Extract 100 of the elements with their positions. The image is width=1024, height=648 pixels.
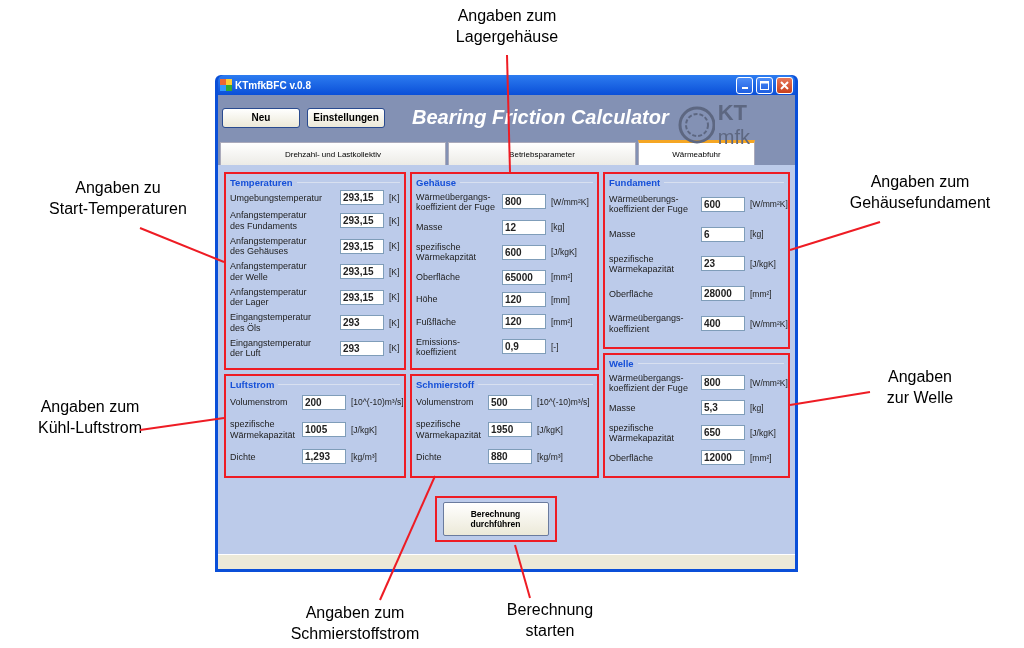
unit-label: [mm²] bbox=[750, 452, 773, 463]
unit-label: [K] bbox=[389, 343, 401, 354]
input-field[interactable]: 12000 bbox=[701, 450, 745, 466]
annotation-label: Angaben zu Start-Temperaturen bbox=[49, 178, 187, 219]
input-field[interactable]: 293,15 bbox=[340, 238, 384, 254]
unit-label: [W/mm²K] bbox=[750, 318, 789, 329]
tab[interactable]: Drehzahl- und Lastkollektiv bbox=[220, 142, 446, 165]
field-label: spezifische Wärmekapazität bbox=[230, 419, 297, 440]
unit-label: [10^(-10)m³/s] bbox=[537, 397, 591, 408]
field-label: Höhe bbox=[416, 294, 439, 305]
field-label: Anfangstemperatur der Welle bbox=[230, 261, 308, 282]
input-field[interactable]: 65000 bbox=[502, 269, 546, 285]
unit-label: [mm²] bbox=[750, 288, 773, 299]
unit-label: [kg] bbox=[551, 222, 566, 233]
input-field[interactable]: 6 bbox=[701, 226, 745, 242]
field-label: Wärmeübergangs- koeffizient der Fuge bbox=[609, 372, 689, 394]
field-label: Anfangstemperatur der Lager bbox=[230, 286, 308, 308]
input-field[interactable]: 500 bbox=[488, 394, 532, 410]
field-label: Masse bbox=[416, 221, 444, 233]
input-field[interactable]: 293,15 bbox=[340, 264, 384, 280]
unit-label: [K] bbox=[389, 292, 401, 303]
toolbar-button[interactable]: Neu bbox=[222, 107, 300, 128]
input-field[interactable]: 120 bbox=[502, 292, 546, 308]
input-field[interactable]: 650 bbox=[701, 425, 745, 441]
field-label: spezifische Wärmekapazität bbox=[609, 253, 676, 275]
input-field[interactable]: 293,15 bbox=[340, 190, 384, 206]
input-field[interactable]: 293,15 bbox=[340, 213, 384, 229]
unit-label: [-] bbox=[551, 341, 560, 352]
unit-label: [J/kgK] bbox=[351, 424, 378, 435]
unit-label: [J/kgK] bbox=[537, 424, 564, 435]
unit-label: [kg/m³] bbox=[351, 451, 378, 462]
bearing-icon bbox=[676, 104, 715, 145]
field-label: Eingangstemperatur der Luft bbox=[230, 337, 313, 359]
field-label: Emissions- koeffizient bbox=[416, 336, 461, 358]
field-label: Umgebungstemperatur bbox=[230, 192, 324, 204]
tab[interactable]: Betriebsparameter bbox=[448, 142, 636, 165]
field-label: Wärmeübergangs- koeffizient bbox=[609, 313, 685, 334]
input-field[interactable]: 600 bbox=[502, 244, 546, 260]
group-title: Temperaturen bbox=[230, 177, 293, 188]
input-field[interactable]: 800 bbox=[502, 194, 546, 210]
unit-label: [mm²] bbox=[551, 316, 574, 327]
toolbar-button[interactable]: Einstellungen bbox=[307, 107, 385, 128]
input-field[interactable]: 23 bbox=[701, 256, 745, 272]
field-label: Oberfläche bbox=[416, 272, 462, 283]
close-button[interactable] bbox=[776, 76, 793, 94]
minimize-button[interactable] bbox=[736, 76, 753, 94]
unit-label: [10^(-10)m³/s] bbox=[351, 397, 405, 408]
unit-label: [mm] bbox=[551, 294, 571, 305]
group-title: Fundament bbox=[609, 177, 661, 188]
input-field[interactable]: 120 bbox=[502, 314, 546, 330]
input-field[interactable]: 293,15 bbox=[340, 289, 384, 305]
group-title: Gehäuse bbox=[416, 177, 457, 188]
input-field[interactable]: 28000 bbox=[701, 286, 745, 302]
unit-label: [mm²] bbox=[551, 272, 574, 283]
unit-label: [J/kgK] bbox=[750, 427, 777, 438]
input-field[interactable]: 800 bbox=[701, 375, 745, 391]
input-field[interactable]: 1005 bbox=[302, 422, 346, 437]
annotation-label: Berechnung starten bbox=[506, 600, 594, 641]
unit-label: [K] bbox=[389, 192, 401, 203]
annotation-label: Angaben zum Schmierstoffstrom bbox=[290, 603, 420, 644]
annotation-label: Angaben zum Lagergehäuse bbox=[455, 6, 559, 47]
unit-label: [W/mm²K] bbox=[551, 196, 590, 207]
field-label: Wärmeübergangs- koeffizient der Fuge bbox=[416, 191, 496, 213]
field-label: Anfangstemperatur des Gehäuses bbox=[230, 235, 308, 257]
input-field[interactable]: 1,293 bbox=[302, 449, 346, 465]
input-field[interactable]: 5,3 bbox=[701, 400, 745, 416]
close-icon bbox=[780, 80, 789, 90]
unit-label: [kg] bbox=[750, 229, 765, 240]
input-field[interactable]: 12 bbox=[502, 219, 546, 235]
unit-label: [K] bbox=[389, 215, 401, 226]
field-label: Wärmeüberungs- koeffizient der Fuge bbox=[609, 194, 689, 215]
leader-line bbox=[514, 544, 531, 599]
field-label: spezifische Wärmekapazität bbox=[416, 419, 483, 440]
input-field[interactable]: 400 bbox=[701, 316, 745, 332]
field-label: Anfangstemperatur des Fundaments bbox=[230, 210, 308, 231]
group-title: Schmierstoff bbox=[416, 379, 475, 390]
app-icon bbox=[220, 79, 232, 91]
unit-label: [W/mm²K] bbox=[750, 199, 789, 210]
annotation-label: Angaben zum Gehäusefundament bbox=[849, 172, 991, 213]
field-label: Volumenstrom bbox=[230, 397, 289, 408]
input-field[interactable]: 293 bbox=[340, 340, 384, 356]
field-label: Masse bbox=[609, 229, 637, 240]
input-field[interactable]: 200 bbox=[302, 394, 346, 410]
annotation-label: Angaben zur Welle bbox=[886, 367, 954, 408]
input-field[interactable]: 600 bbox=[701, 196, 745, 212]
input-field[interactable]: 293 bbox=[340, 315, 384, 331]
maximize-button[interactable] bbox=[756, 76, 773, 94]
maximize-icon bbox=[760, 80, 769, 90]
unit-label: [J/kgK] bbox=[750, 259, 777, 269]
field-label: spezifische Wärmekapzität bbox=[416, 241, 478, 263]
input-field[interactable]: 0,9 bbox=[502, 339, 546, 355]
input-field[interactable]: 880 bbox=[488, 449, 532, 465]
field-label: spezifische Wärmekapazität bbox=[609, 422, 676, 444]
field-label: Oberfläche bbox=[609, 452, 655, 464]
field-label: Oberfläche bbox=[609, 288, 655, 299]
group-title: Welle bbox=[609, 358, 634, 369]
group-title: Luftstrom bbox=[230, 379, 275, 390]
input-field[interactable]: 1950 bbox=[488, 422, 532, 437]
calculate-button[interactable]: Berechnung durchführen bbox=[442, 502, 549, 536]
unit-label: [K] bbox=[389, 241, 401, 252]
